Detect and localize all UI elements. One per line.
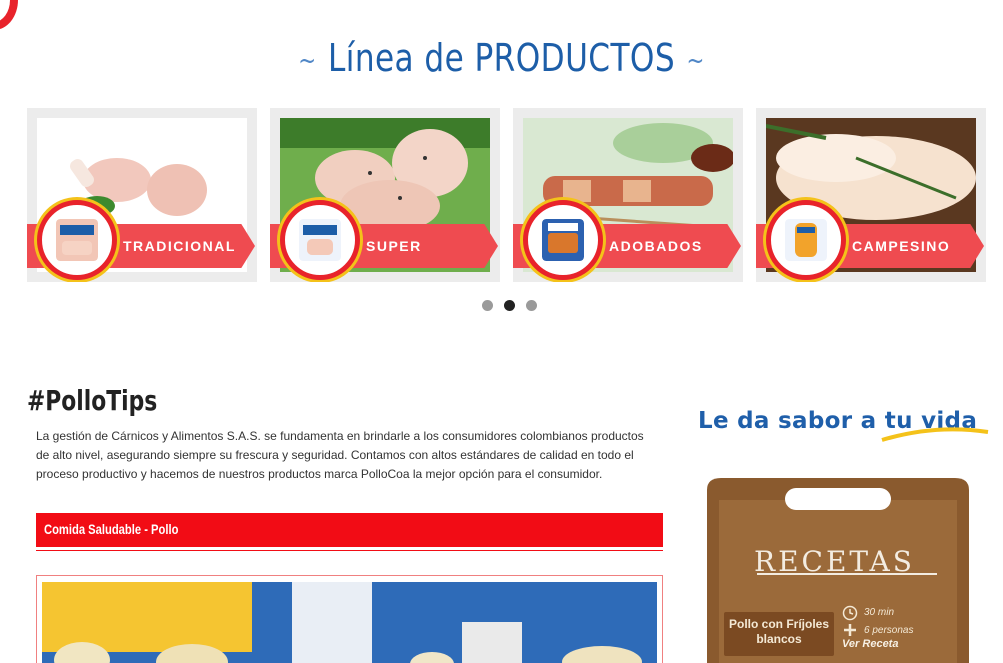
product-label[interactable]: SUPER	[366, 224, 496, 268]
product-card-adobados[interactable]: ADOBADOS	[513, 108, 743, 282]
swoosh-icon	[881, 427, 989, 442]
ver-receta-link[interactable]: Ver Receta	[842, 638, 898, 650]
carousel-pagination	[482, 300, 542, 312]
product-card-campesino[interactable]: CAMPESINO	[756, 108, 986, 282]
article-image-art	[42, 582, 657, 663]
carousel-dot-3[interactable]	[526, 300, 537, 311]
article-title-bar[interactable]: Comida Saludable - Pollo	[36, 513, 663, 547]
package-icon	[56, 219, 98, 261]
corner-decoration	[0, 0, 18, 30]
page: ~ Línea de PRODUCTOS ~ TRADICIONAL SUPER…	[0, 0, 1003, 663]
clock-icon	[842, 605, 858, 621]
package-icon	[299, 219, 341, 261]
servings: 6 personas	[864, 625, 914, 636]
prep-time: 30 min	[864, 607, 895, 618]
tilde-left: ~	[298, 45, 317, 76]
carousel-dot-2[interactable]	[504, 300, 515, 311]
package-badge	[37, 200, 117, 280]
divider	[36, 550, 663, 551]
product-carousel: TRADICIONAL SUPER ADOBADOS CAMPESINO	[27, 108, 987, 282]
article-title[interactable]: Comida Saludable - Pollo	[44, 521, 178, 537]
article-image[interactable]	[42, 582, 657, 663]
product-card-super[interactable]: SUPER	[270, 108, 500, 282]
package-badge	[280, 200, 360, 280]
section-title-text: Línea de PRODUCTOS	[327, 36, 676, 80]
plus-icon	[844, 624, 856, 636]
product-label[interactable]: TRADICIONAL	[123, 224, 253, 268]
package-icon	[542, 219, 584, 261]
product-label[interactable]: CAMPESINO	[852, 224, 982, 268]
product-card-tradicional[interactable]: TRADICIONAL	[27, 108, 257, 282]
tilde-right: ~	[686, 45, 705, 76]
tips-heading: #PolloTips	[27, 384, 158, 417]
package-badge	[523, 200, 603, 280]
package-badge	[766, 200, 846, 280]
tips-paragraph: La gestión de Cárnicos y Alimentos S.A.S…	[36, 429, 644, 481]
product-label[interactable]: ADOBADOS	[609, 224, 739, 268]
recetas-title: RECETAS	[754, 545, 915, 578]
section-title: ~ Línea de PRODUCTOS ~	[90, 36, 912, 80]
package-icon	[785, 219, 827, 261]
dish-name: Pollo con Fríjoles blancos	[724, 612, 834, 656]
carousel-dot-1[interactable]	[482, 300, 493, 311]
